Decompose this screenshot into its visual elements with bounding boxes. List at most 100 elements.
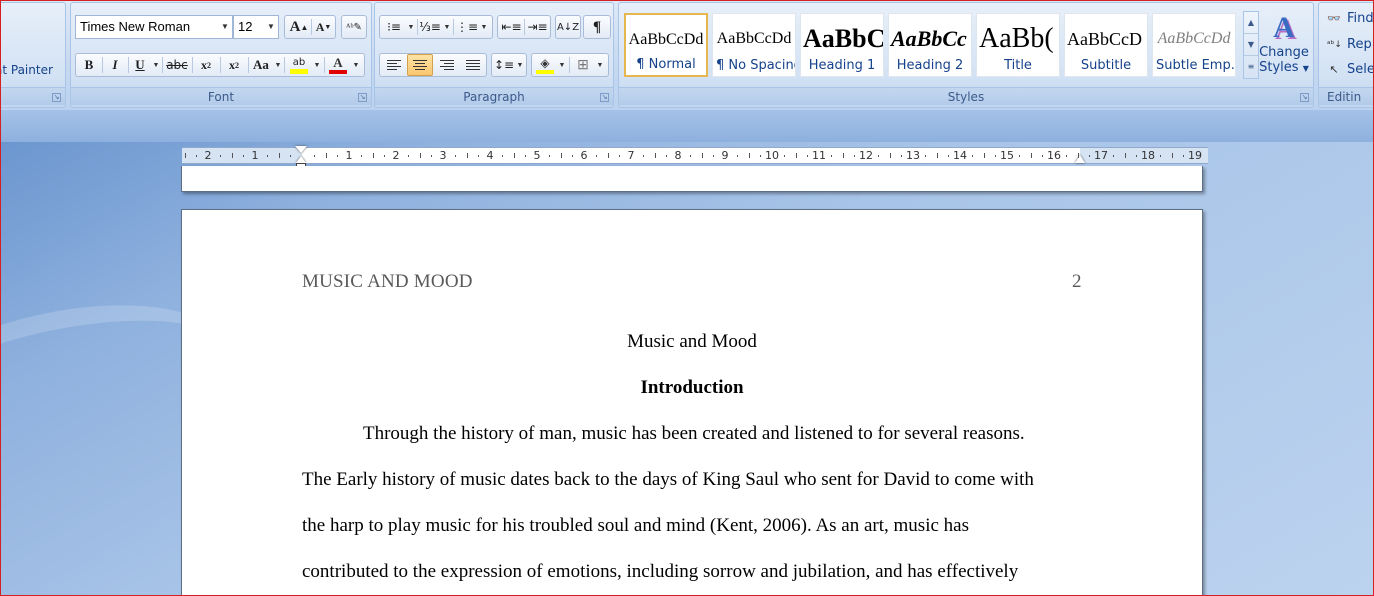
ruler-number: 10 (765, 149, 779, 162)
style-title[interactable]: AaBb( Title (976, 13, 1060, 77)
style-no-spacing[interactable]: AaBbCcDd ¶ No Spacing (712, 13, 796, 77)
font-color-icon[interactable]: A (326, 54, 350, 76)
ruler-left-margin (182, 148, 302, 163)
previous-page (181, 166, 1203, 192)
ruler-tick (314, 155, 315, 157)
strikethrough-icon[interactable]: abc (163, 54, 191, 76)
style-normal[interactable]: AaBbCcDd ¶ Normal (624, 13, 708, 77)
ruler-tick (619, 155, 620, 157)
ruler-number: 4 (486, 149, 494, 162)
ruler-number: 1 (345, 149, 353, 162)
gallery-more-icon[interactable]: ≡ (1244, 56, 1258, 78)
ruler-tick (232, 153, 233, 158)
underline-icon[interactable]: U (129, 54, 151, 76)
ribbon-bottom-band (0, 110, 1374, 142)
chevron-down-icon[interactable]: ▼ (218, 16, 232, 38)
align-center-icon[interactable] (407, 54, 433, 76)
change-styles-button[interactable]: A Change Styles ▼ (1259, 11, 1309, 75)
ruler-tick (220, 155, 221, 157)
ruler-tick (561, 153, 562, 158)
document-page[interactable]: MUSIC AND MOOD 2 Music and Mood Introduc… (181, 209, 1203, 596)
chevron-down-icon[interactable]: ▼ (264, 16, 278, 38)
paper-title: Music and Mood (627, 331, 757, 352)
highlight-icon[interactable]: ab (286, 54, 312, 76)
borders-icon[interactable]: ⊞ (571, 54, 595, 76)
horizontal-ruler[interactable]: 2 1 1 2 3 4 5 6 7 8 9 10 11 12 13 14 15 16 17 18 19 (182, 146, 1208, 167)
ruler-tick (196, 155, 197, 157)
line-spacing-icon[interactable]: ↕≡ (493, 54, 515, 76)
format-painter-button[interactable]: at Painter (0, 63, 53, 77)
justify-icon[interactable] (460, 54, 485, 76)
shading-icon[interactable]: ◈ (533, 54, 557, 76)
scroll-up-icon[interactable]: ▲ (1244, 12, 1258, 34)
right-indent-marker[interactable] (1075, 155, 1085, 163)
ruler-tick (384, 155, 385, 157)
find-button[interactable]: 👓 Find (1327, 11, 1374, 26)
style-heading-2[interactable]: AaBbCc Heading 2 (888, 13, 972, 77)
sort-icon[interactable]: A↓Z (557, 16, 579, 38)
ruler-tick (643, 155, 644, 157)
font-size-select[interactable]: 12 ▼ (233, 15, 279, 39)
ruler-tick (267, 155, 268, 157)
show-marks-group: ¶ (583, 15, 611, 39)
chevron-down-icon[interactable]: ▼ (479, 16, 489, 38)
ruler-number: 14 (953, 149, 967, 162)
numbering-icon[interactable]: ⅓≡ (418, 16, 442, 38)
ruler-number: 12 (859, 149, 873, 162)
hanging-indent-marker[interactable] (296, 156, 306, 163)
decrease-indent-icon[interactable]: ⇤≡ (499, 16, 524, 38)
increase-indent-icon[interactable]: ⇥≡ (525, 16, 550, 38)
style-name: Heading 2 (896, 58, 964, 73)
font-name-select[interactable]: Times New Roman ▼ (75, 15, 233, 39)
clear-formatting-icon[interactable]: ᴬᵇ✎ (343, 16, 365, 38)
first-line-indent-marker[interactable] (295, 146, 307, 153)
chevron-down-icon[interactable]: ▼ (595, 54, 605, 76)
replace-icon: ᵃᵇ↓ (1327, 39, 1342, 50)
align-right-icon[interactable] (434, 54, 459, 76)
style-subtitle[interactable]: AaBbCcD Subtitle (1064, 13, 1148, 77)
ruler-tick (431, 155, 432, 157)
chevron-down-icon[interactable]: ▼ (442, 16, 452, 38)
replace-button[interactable]: ᵃᵇ↓ Repl (1327, 37, 1374, 52)
ruler-tick (807, 155, 808, 157)
styles-group: AaBbCcDd ¶ Normal AaBbCcDd ¶ No Spacing … (618, 2, 1314, 108)
paragraph-launcher-icon[interactable]: ↘ (600, 93, 609, 102)
change-case-icon[interactable]: Aa (249, 54, 273, 76)
multilevel-list-icon[interactable]: ⋮≡ (455, 16, 479, 38)
style-subtle-emphasis[interactable]: AaBbCcDd Subtle Emp... (1152, 13, 1236, 77)
style-heading-1[interactable]: AaBbC( Heading 1 (800, 13, 884, 77)
styles-gallery-scroll[interactable]: ▲ ▼ ≡ (1243, 11, 1259, 79)
chevron-down-icon[interactable]: ▼ (312, 54, 322, 76)
scroll-down-icon[interactable]: ▼ (1244, 34, 1258, 56)
align-left-icon[interactable] (381, 54, 406, 76)
ruler-number: 17 (1094, 149, 1108, 162)
font-launcher-icon[interactable]: ↘ (358, 93, 367, 102)
style-preview: AaBbCcDd (1157, 30, 1231, 47)
ruler-number: 11 (812, 149, 826, 162)
styles-launcher-icon[interactable]: ↘ (1300, 93, 1309, 102)
chevron-down-icon[interactable]: ▼ (273, 54, 283, 76)
superscript-icon[interactable]: x2 (221, 54, 247, 76)
pilcrow-icon[interactable]: ¶ (585, 16, 609, 38)
font-group: Times New Roman ▼ 12 ▼ A ▲ A ▼ ᴬᵇ✎ B I U ▼… (70, 2, 372, 108)
subscript-icon[interactable]: x2 (193, 54, 219, 76)
ruler-tick (972, 155, 973, 157)
chevron-down-icon[interactable]: ▼ (351, 54, 361, 76)
chevron-down-icon[interactable]: ▼ (515, 54, 525, 76)
bold-icon[interactable]: B (77, 54, 101, 76)
style-preview: AaBbCcD (1067, 29, 1142, 49)
font-size-value: 12 (238, 19, 253, 34)
select-button[interactable]: ↖ Sele (1327, 62, 1374, 77)
chevron-down-icon[interactable]: ▼ (406, 16, 416, 38)
editing-group-label: Editin (1319, 87, 1374, 105)
chevron-down-icon[interactable]: ▼ (557, 54, 567, 76)
ruler-tick (690, 155, 691, 157)
shrink-font-icon[interactable]: A ▼ (312, 16, 335, 38)
ruler-tick (1113, 155, 1114, 157)
italic-icon[interactable]: I (103, 54, 127, 76)
ruler-tick (408, 155, 409, 157)
clipboard-launcher-icon[interactable]: ↘ (52, 93, 61, 102)
chevron-down-icon[interactable]: ▼ (151, 54, 161, 76)
bullets-icon[interactable]: ⁝≡ (382, 16, 406, 38)
grow-font-icon[interactable]: A ▲ (287, 16, 311, 38)
